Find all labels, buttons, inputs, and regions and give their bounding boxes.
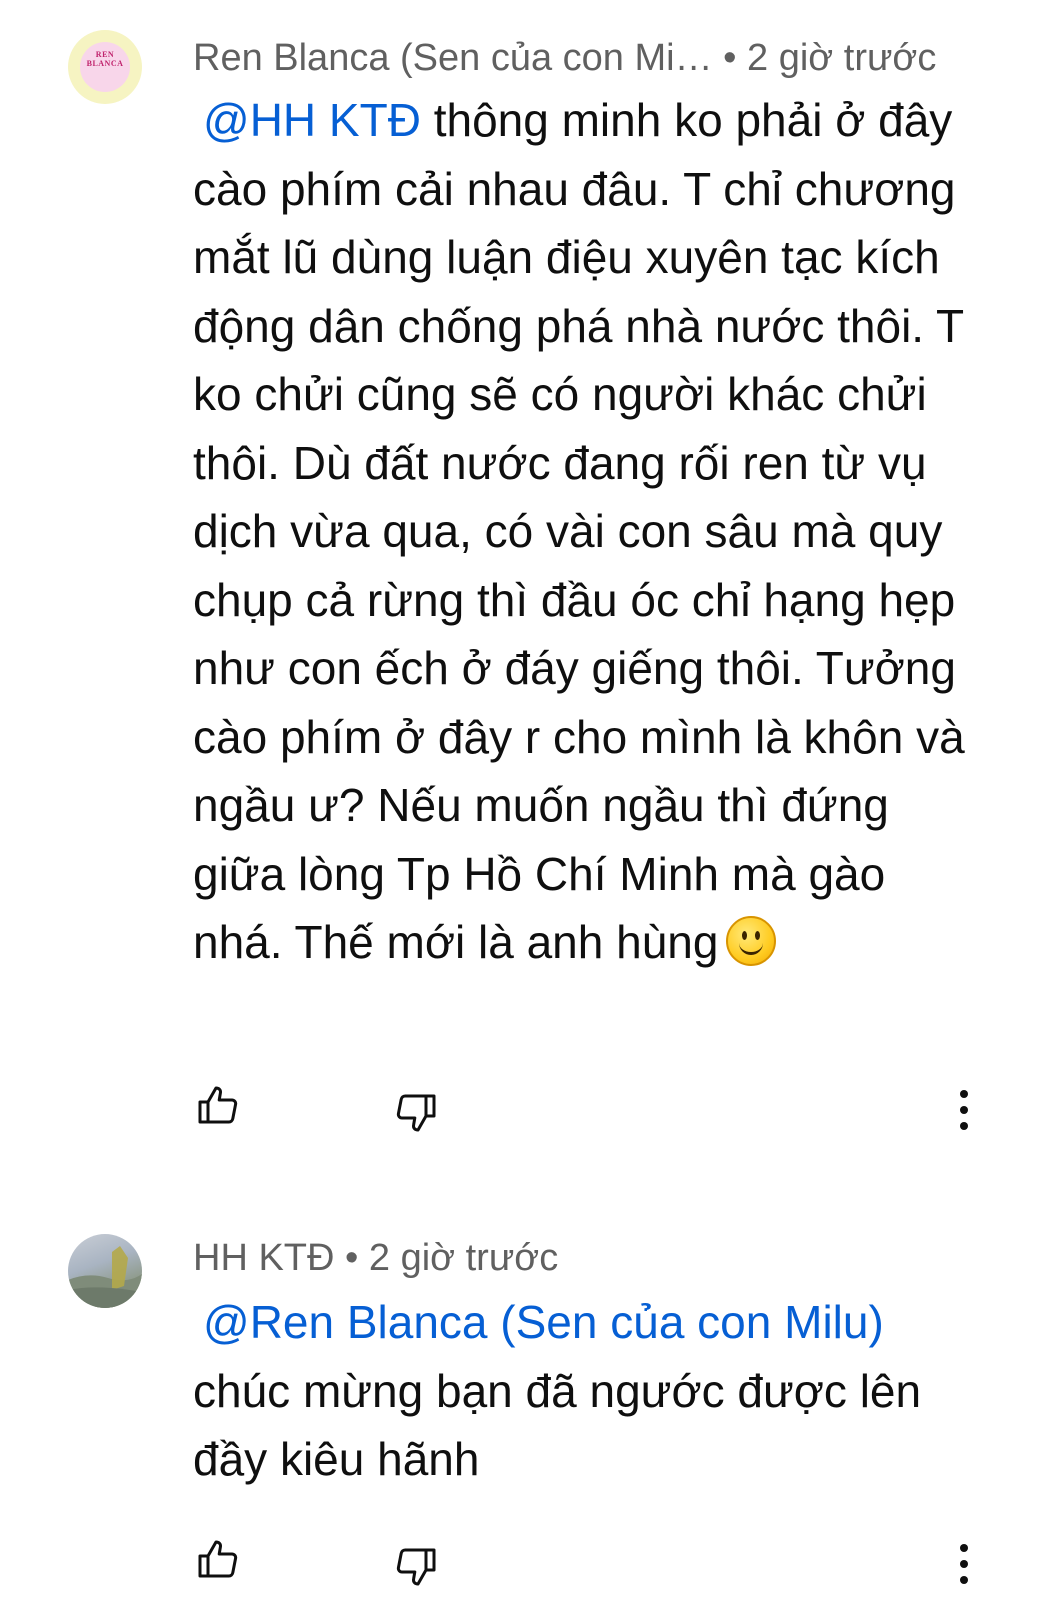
emoji-mouth	[739, 940, 764, 955]
smiling-face-emoji	[726, 916, 777, 966]
more-options-button[interactable]	[950, 1086, 978, 1134]
dislike-button[interactable]	[392, 1088, 440, 1136]
avatar-logo-line2: BLANCA	[86, 59, 124, 68]
more-vert-icon	[960, 1544, 968, 1584]
comment-body: chúc mừng bạn đã ngước được lên đầy kiêu…	[193, 1364, 922, 1486]
mention-link[interactable]: @Ren Blanca (Sen của con Milu)	[203, 1296, 884, 1348]
like-button[interactable]	[194, 1536, 242, 1584]
more-vert-icon	[960, 1090, 968, 1130]
thumbs-down-icon	[396, 1548, 436, 1586]
comment-text: @Ren Blanca (Sen của con Milu) chúc mừng …	[193, 1288, 973, 1494]
emoji-eye-right	[755, 931, 761, 940]
thumbs-up-icon	[198, 1540, 238, 1578]
more-options-button[interactable]	[950, 1540, 978, 1588]
dislike-button[interactable]	[392, 1542, 440, 1590]
like-button[interactable]	[194, 1082, 242, 1130]
comment-time: • 2 giờ trước	[345, 1237, 559, 1279]
thumbs-up-icon	[198, 1086, 238, 1124]
avatar-logo-text: REN BLANCA	[68, 50, 142, 68]
landscape-avatar-image	[68, 1246, 142, 1308]
comment-meta: Ren Blanca (Sen của con Mi… • 2 giờ trướ…	[193, 36, 936, 80]
author-name[interactable]: Ren Blanca (Sen của con Mi…	[193, 37, 713, 79]
emoji-eye-left	[742, 931, 748, 940]
avatar-logo-line1: REN	[95, 50, 115, 59]
author-avatar[interactable]: REN BLANCA	[68, 30, 142, 104]
comment-body: thông minh ko phải ở đây cào phím cải nh…	[193, 94, 965, 968]
thumbs-down-icon	[396, 1094, 436, 1132]
mention-link[interactable]: @HH KTĐ	[203, 94, 421, 146]
comment-time: • 2 giờ trước	[723, 37, 937, 79]
author-name[interactable]: HH KTĐ	[193, 1237, 334, 1279]
comment-text: @HH KTĐ thông minh ko phải ở đây cào phí…	[193, 86, 973, 977]
author-avatar[interactable]	[68, 1234, 142, 1308]
comment-meta: HH KTĐ • 2 giờ trước	[193, 1236, 558, 1280]
